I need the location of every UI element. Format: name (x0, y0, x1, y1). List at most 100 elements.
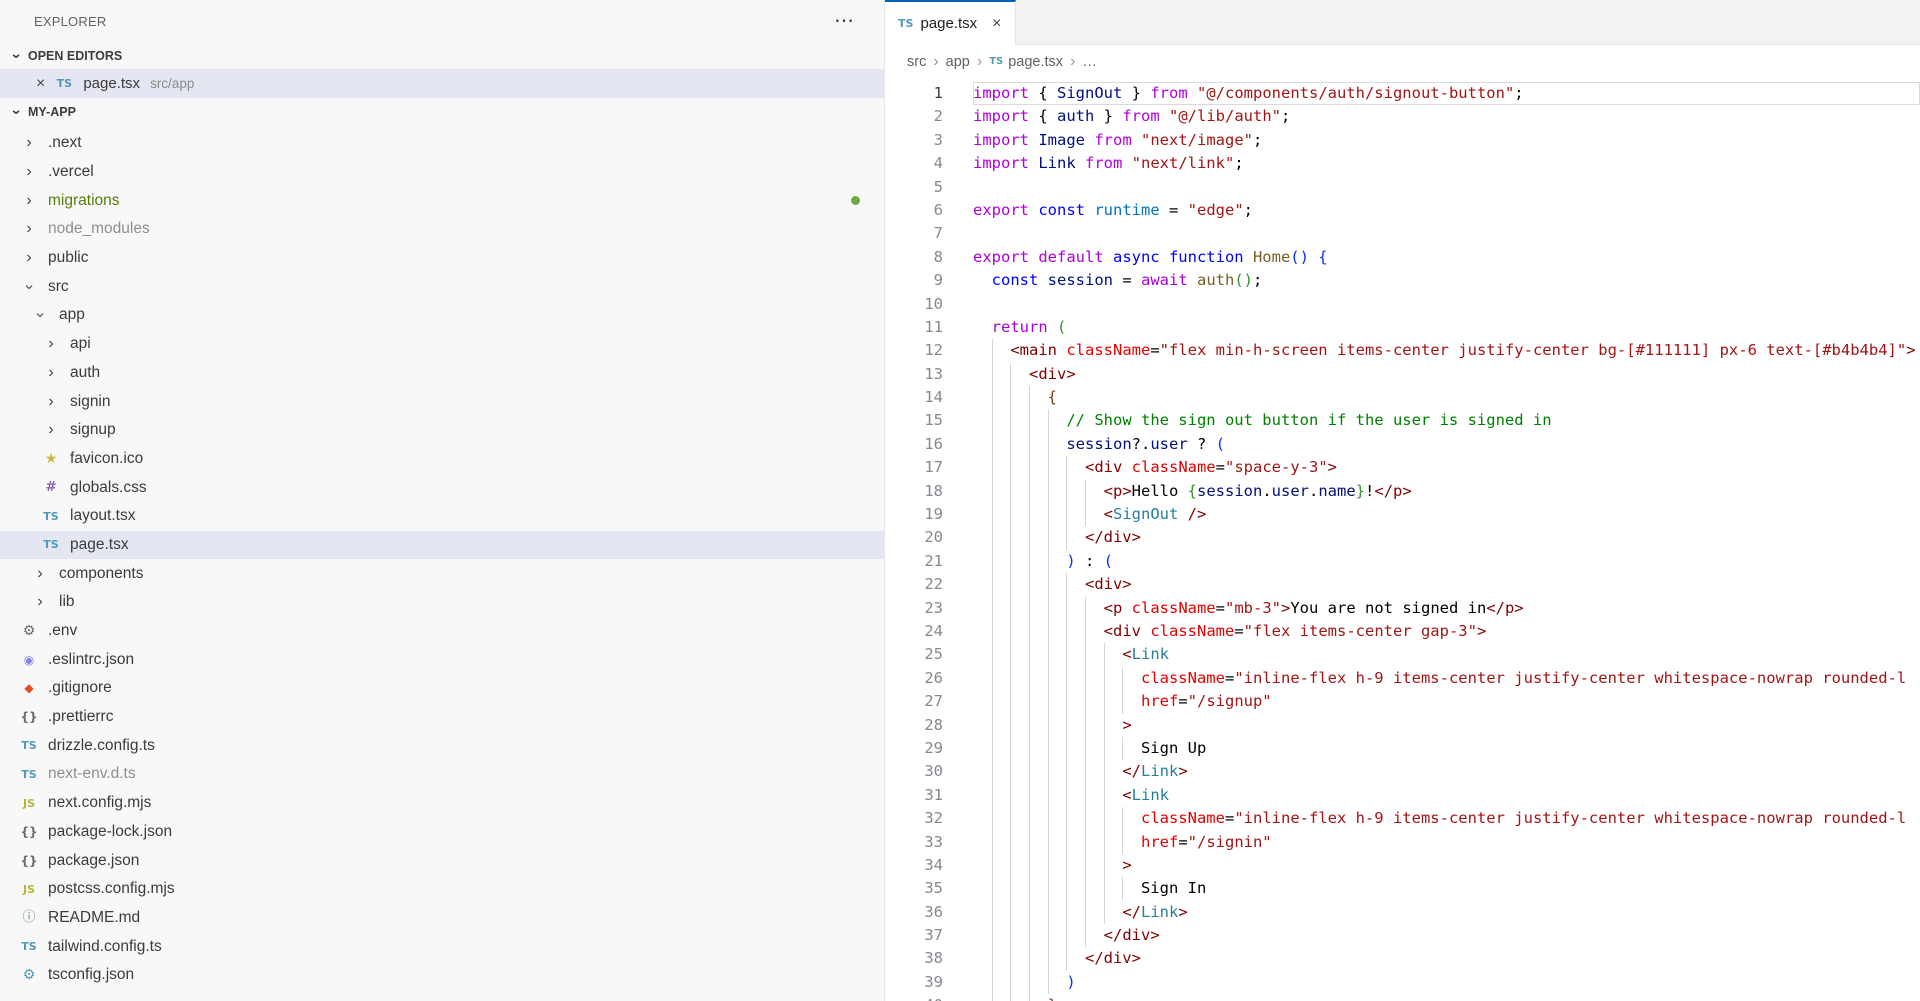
tree-item-tsconfig.json[interactable]: ⚙tsconfig.json (0, 961, 884, 990)
breadcrumb-item-…[interactable]: … (1082, 54, 1097, 70)
code-line[interactable]: 31 <Link (885, 784, 1920, 807)
code-line[interactable]: 39 ) (885, 971, 1920, 994)
code-line[interactable]: 18 <p>Hello {session.user.name}!</p> (885, 480, 1920, 503)
indent-guide (1029, 409, 1030, 432)
workspace-header[interactable]: MY-APP (0, 98, 884, 125)
breadcrumb-item-app[interactable]: app (946, 54, 970, 70)
code-line[interactable]: 12 <main className="flex min-h-screen it… (885, 339, 1920, 362)
tree-item-public[interactable]: public (0, 244, 884, 273)
code-line-content: > (973, 854, 1920, 877)
code-line[interactable]: 37 </div> (885, 924, 1920, 947)
code-line[interactable]: 7 (885, 222, 1920, 245)
tree-item-page.tsx[interactable]: TSpage.tsx (0, 531, 884, 560)
more-actions-icon[interactable] (834, 11, 854, 31)
tree-item-tailwind.config.ts[interactable]: TStailwind.config.ts (0, 932, 884, 961)
code-line[interactable]: 9 const session = await auth(); (885, 269, 1920, 292)
code-line[interactable]: 24 <div className="flex items-center gap… (885, 620, 1920, 643)
code-line[interactable]: 14 { (885, 386, 1920, 409)
code-line[interactable]: 28 > (885, 714, 1920, 737)
tree-item-drizzle.config.ts[interactable]: TSdrizzle.config.ts (0, 731, 884, 760)
code-line[interactable]: 26 className="inline-flex h-9 items-cent… (885, 667, 1920, 690)
tree-item-.vercel[interactable]: .vercel (0, 158, 884, 187)
tree-item-api[interactable]: api (0, 330, 884, 359)
tree-item-signup[interactable]: signup (0, 416, 884, 445)
code-line-content: className="inline-flex h-9 items-center … (973, 667, 1920, 690)
code-line[interactable]: 2import { auth } from "@/lib/auth"; (885, 105, 1920, 128)
tree-item-package-lock.json[interactable]: {}package-lock.json (0, 818, 884, 847)
tree-item-.eslintrc.json[interactable]: ◉.eslintrc.json (0, 645, 884, 674)
code-line[interactable]: 20 </div> (885, 526, 1920, 549)
indent-guide (1010, 386, 1011, 409)
indent-guide (1048, 456, 1049, 479)
code-line[interactable]: 4import Link from "next/link"; (885, 152, 1920, 175)
code-line[interactable]: 38 </div> (885, 947, 1920, 970)
indent-guide (1066, 877, 1067, 900)
tree-item-README.md[interactable]: ⓘREADME.md (0, 904, 884, 933)
breadcrumb-item-src[interactable]: src (907, 54, 926, 70)
code-line[interactable]: 8export default async function Home() { (885, 246, 1920, 269)
indent-guide (1104, 901, 1105, 924)
code-line[interactable]: 10 (885, 293, 1920, 316)
tree-item-package.json[interactable]: {}package.json (0, 846, 884, 875)
tree-item-components[interactable]: components (0, 559, 884, 588)
indent-guide (1104, 854, 1105, 877)
code-line[interactable]: 22 <div> (885, 573, 1920, 596)
open-editors-header[interactable]: OPEN EDITORS (0, 42, 884, 69)
tree-item-.next[interactable]: .next (0, 129, 884, 158)
code-line[interactable]: 15 // Show the sign out button if the us… (885, 409, 1920, 432)
tree-item-next.config.mjs[interactable]: JSnext.config.mjs (0, 789, 884, 818)
code-line[interactable]: 27 href="/signup" (885, 690, 1920, 713)
code-line[interactable]: 35 Sign In (885, 877, 1920, 900)
tree-item-.env[interactable]: ⚙.env (0, 617, 884, 646)
indent-guide (1048, 550, 1049, 573)
tree-item-.gitignore[interactable]: ◆.gitignore (0, 674, 884, 703)
code-line[interactable]: 36 </Link> (885, 901, 1920, 924)
tree-item-app[interactable]: app (0, 301, 884, 330)
close-icon[interactable] (992, 16, 1001, 32)
tree-item-lib[interactable]: lib (0, 588, 884, 617)
tree-item-node_modules[interactable]: node_modules (0, 215, 884, 244)
tree-item-favicon.ico[interactable]: ★favicon.ico (0, 445, 884, 474)
code-line[interactable]: 34 > (885, 854, 1920, 877)
indent-guide (1104, 760, 1105, 783)
indent-guide (1010, 690, 1011, 713)
code-line[interactable]: 16 session?.user ? ( (885, 433, 1920, 456)
breadcrumb-item-page.tsx[interactable]: TSpage.tsx (989, 54, 1063, 70)
code-line[interactable]: 25 <Link (885, 643, 1920, 666)
code-line[interactable]: 19 <SignOut /> (885, 503, 1920, 526)
tab-label: page.tsx (920, 15, 977, 32)
tree-item-src[interactable]: src (0, 272, 884, 301)
code-line[interactable]: 21 ) : ( (885, 550, 1920, 573)
explorer-sidebar: EXPLORER OPEN EDITORS TSpage.tsxsrc/app … (0, 0, 885, 1001)
code-line[interactable]: 33 href="/signin" (885, 831, 1920, 854)
close-icon[interactable] (36, 76, 45, 92)
code-line[interactable]: 11 return ( (885, 316, 1920, 339)
code-line[interactable]: 30 </Link> (885, 760, 1920, 783)
tree-item-layout.tsx[interactable]: TSlayout.tsx (0, 502, 884, 531)
indent-guide (1029, 924, 1030, 947)
open-editor-item[interactable]: TSpage.tsxsrc/app (0, 69, 884, 98)
indent-guide (992, 901, 993, 924)
code-line[interactable]: 29 Sign Up (885, 737, 1920, 760)
code-line[interactable]: 3import Image from "next/image"; (885, 129, 1920, 152)
code-line[interactable]: 23 <p className="mb-3">You are not signe… (885, 597, 1920, 620)
tree-item-migrations[interactable]: migrations (0, 186, 884, 215)
tab-page.tsx[interactable]: TSpage.tsx (885, 0, 1016, 45)
code-line[interactable]: 6export const runtime = "edge"; (885, 199, 1920, 222)
code-line[interactable]: 32 className="inline-flex h-9 items-cent… (885, 807, 1920, 830)
tree-item-globals.css[interactable]: #globals.css (0, 473, 884, 502)
tree-item-auth[interactable]: auth (0, 359, 884, 388)
tree-item-next-env.d.ts[interactable]: TSnext-env.d.ts (0, 760, 884, 789)
code-line[interactable]: 13 <div> (885, 363, 1920, 386)
code-line[interactable]: 40 } (885, 994, 1920, 1001)
code-line[interactable]: 1import { SignOut } from "@/components/a… (885, 82, 1920, 105)
tree-item-signin[interactable]: signin (0, 387, 884, 416)
code-line[interactable]: 17 <div className="space-y-3"> (885, 456, 1920, 479)
tree-item-label: next-env.d.ts (48, 765, 136, 783)
tree-item-postcss.config.mjs[interactable]: JSpostcss.config.mjs (0, 875, 884, 904)
code-line[interactable]: 5 (885, 176, 1920, 199)
open-editor-path: src/app (150, 76, 194, 91)
code-editor[interactable]: 1import { SignOut } from "@/components/a… (885, 78, 1920, 1001)
code-line-content: </Link> (973, 760, 1920, 783)
tree-item-.prettierrc[interactable]: {}.prettierrc (0, 703, 884, 732)
